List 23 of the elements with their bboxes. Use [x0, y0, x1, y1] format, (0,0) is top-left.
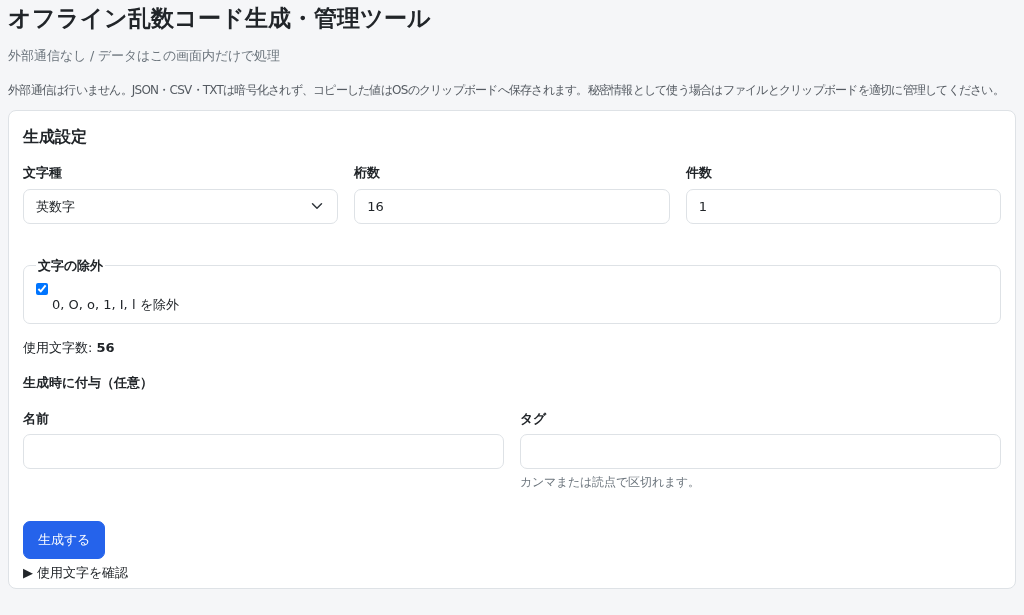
input-field[interactable]: 16 [354, 188, 670, 224]
details-summary[interactable]: 使用文字を確認 [37, 564, 128, 580]
page-title: オフライン乱数コード生成・管理ツール [8, 4, 432, 33]
help-text: カンマまたは読点で区切れます。 [520, 474, 701, 492]
select-field[interactable]: 英数字 [23, 188, 339, 224]
section-heading: 生成設定 [23, 126, 88, 149]
input-field[interactable] [520, 434, 1001, 470]
field-label: タグ [520, 409, 546, 428]
field-label: 名前 [23, 409, 49, 428]
field-label: 桁数 [354, 164, 381, 183]
subtitle: 外部通信なし / データはこの画面内だけで処理 [8, 46, 282, 65]
notice-text: 外部通信は行いません。JSON・CSV・TXTは暗号化されず、コピーした値はOSのクリップボードへ保存されます。秘密情報として使う場合はファイルとクリップボードを適切に管理してください。 [8, 81, 1004, 99]
checkbox[interactable] [36, 283, 48, 296]
field-label: 件数 [685, 164, 712, 183]
field-label: 文字種 [23, 164, 62, 183]
checkbox-label: 0, O, o, 1, I, l を除外 [52, 296, 179, 315]
disclosure-toggle[interactable]: ▶ [23, 564, 33, 580]
input-field[interactable] [23, 434, 504, 470]
input-field[interactable]: 1 [685, 188, 1001, 224]
char-count: 使用文字数: 56 [23, 338, 116, 357]
generate-button[interactable]: 生成する [23, 521, 105, 559]
group-legend: 文字の除外 [36, 255, 105, 276]
section-subheading: 生成時に付与（任意） [23, 374, 153, 393]
